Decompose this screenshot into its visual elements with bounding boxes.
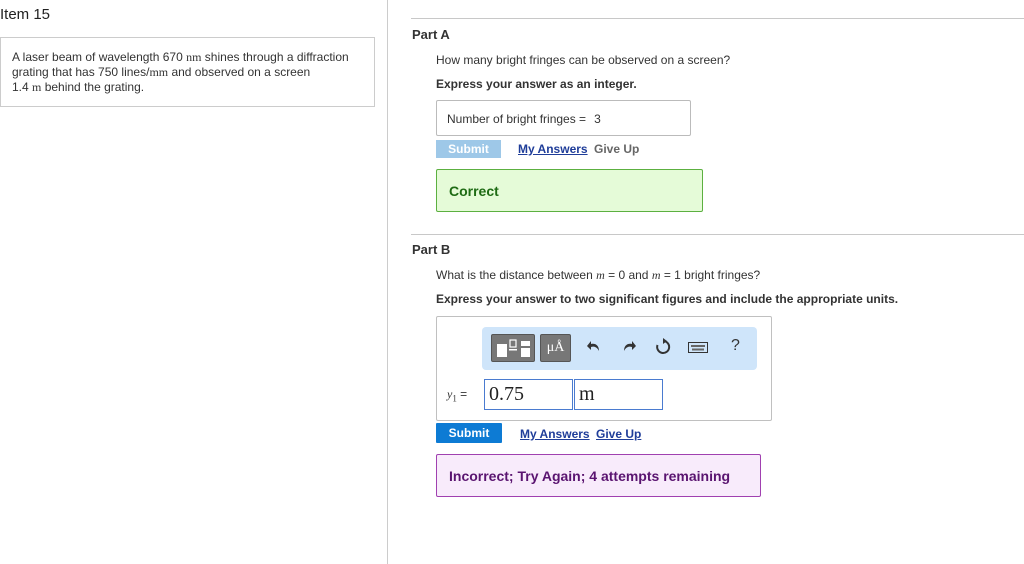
unit-m: m	[32, 80, 42, 94]
part-a-answer-field[interactable]: Number of bright fringes = 3	[436, 100, 691, 136]
part-b-feedback-incorrect: Incorrect; Try Again; 4 attempts remaini…	[436, 454, 761, 497]
units-button[interactable]: μÅ	[540, 334, 571, 362]
part-b-submit-button[interactable]: Submit	[436, 423, 502, 443]
left-pane: Item 15 A laser beam of wavelength 670 n…	[0, 0, 388, 564]
part-a-title[interactable]: Part A	[412, 27, 450, 42]
part-b-answer-box: μÅ ? y1 = 0.75 m	[436, 316, 772, 421]
help-icon[interactable]: ?	[731, 337, 740, 355]
problem-statement: A laser beam of wavelength 670 nm shines…	[0, 37, 375, 107]
value-input[interactable]: 0.75	[484, 379, 573, 410]
m-symbol-1: m	[596, 268, 605, 282]
problem-text-4: and observed on a screen	[168, 65, 311, 79]
keyboard-icon[interactable]	[688, 338, 708, 359]
undo-icon[interactable]	[586, 338, 602, 359]
part-b-give-up-link[interactable]: Give Up	[596, 427, 641, 441]
redo-icon[interactable]	[621, 338, 637, 359]
part-b-my-answers-link[interactable]: My Answers	[520, 427, 590, 441]
part-b-instruction: Express your answer to two significant f…	[436, 292, 899, 306]
part-a-submit-button[interactable]: Submit	[436, 140, 501, 158]
units-icon: μÅ	[546, 340, 565, 355]
reset-icon[interactable]	[654, 338, 672, 361]
part-a-give-up-link[interactable]: Give Up	[594, 142, 639, 156]
part-a-my-answers-link[interactable]: My Answers	[518, 142, 588, 156]
unit-mm: mm	[149, 65, 169, 79]
part-b-question-2: = 0 and	[604, 268, 652, 282]
variable-equals: =	[456, 387, 468, 401]
math-toolbar: μÅ ?	[482, 327, 757, 370]
unit-input[interactable]: m	[574, 379, 663, 410]
part-a-question: How many bright fringes can be observed …	[436, 53, 731, 67]
unit-nm: nm	[186, 50, 202, 64]
part-a-divider	[411, 18, 1024, 19]
problem-text-5: 1.4	[12, 80, 33, 94]
part-b-question-3: = 1 bright fringes?	[660, 268, 761, 282]
item-title: Item 15	[0, 6, 51, 23]
part-a-answer-label: Number of bright fringes =	[447, 112, 587, 126]
part-b-question: What is the distance between m = 0 and m…	[436, 268, 760, 283]
problem-text-1: A laser beam of wavelength 670	[12, 50, 187, 64]
part-a-instruction: Express your answer as an integer.	[436, 77, 637, 91]
problem-text-3: grating that has 750 lines/	[12, 65, 150, 79]
variable-label: y1 =	[447, 387, 467, 403]
templates-button[interactable]	[491, 334, 535, 362]
templates-icon	[497, 339, 530, 357]
part-b-divider	[411, 234, 1024, 235]
part-b-question-1: What is the distance between	[436, 268, 597, 282]
part-a-answer-value: 3	[594, 112, 601, 126]
part-b-title[interactable]: Part B	[412, 242, 450, 257]
part-a-feedback-correct: Correct	[436, 169, 703, 212]
problem-text-6: behind the grating.	[41, 80, 145, 94]
problem-text-2: shines through a diffraction	[201, 50, 349, 64]
